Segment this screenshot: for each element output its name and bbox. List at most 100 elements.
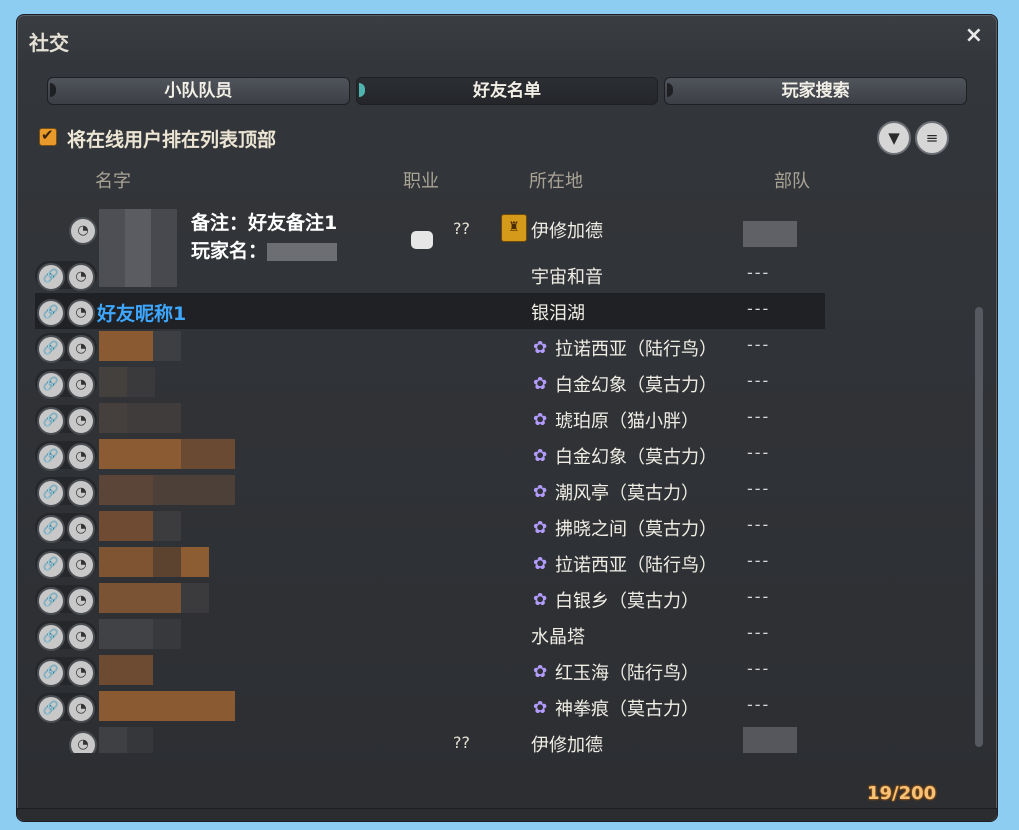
friend-row[interactable]: 🔗 ◔ ✿ 拂晓之间（莫古力） --- [35,509,825,545]
friend-row[interactable]: 🔗 ◔ ✿ 白银乡（莫古力） --- [35,581,825,617]
online-status-icon: ◔ [67,659,95,687]
link-icon[interactable]: 🔗 [37,479,65,507]
tooltip-note: 备注：好友备注1 [191,212,338,234]
online-status-icon: ◔ [67,695,95,723]
location-label: 水晶塔 [531,627,585,648]
unit-label: --- [747,659,771,678]
player-name-blurred [99,655,153,685]
job-label: ?? [453,733,470,752]
friend-row[interactable]: ◔ ?? 伊修加德 [35,725,825,753]
tab-player-search[interactable]: 玩家搜索 [664,77,968,105]
link-icon[interactable]: 🔗 [37,659,65,687]
unit-label: --- [747,695,771,714]
data-center-icon: ✿ [533,374,548,394]
player-name-blurred [99,403,181,433]
online-status-icon: ◔ [67,371,95,399]
friend-row[interactable]: 🔗 ◔ ✿ 拉诺西亚（陆行鸟） --- [35,329,825,365]
online-status-icon: ◔ [67,587,95,615]
unit-label: --- [747,479,771,498]
link-icon[interactable]: 🔗 [37,407,65,435]
location-label: 拉诺西亚（陆行鸟） [555,339,717,360]
unit-label: --- [747,335,771,354]
friend-row[interactable]: 🔗 ◔ ✿ 潮风亭（莫古力） --- [35,473,825,509]
friend-row[interactable]: 🔗 ◔ 宇宙和音 --- [35,257,825,293]
player-name-blurred [99,475,235,505]
location-label: 白金幻象（莫古力） [555,447,717,468]
sort-button[interactable]: ≡ [915,121,949,155]
tab-party-members[interactable]: 小队队员 [47,77,350,105]
friend-row[interactable]: 🔗 ◔ ✿ 红玉海（陆行鸟） --- [35,653,825,689]
friend-row[interactable]: 🔗 ◔ 水晶塔 --- [35,617,825,653]
sort-online-top-checkbox[interactable] [39,126,57,146]
online-status-icon: ◔ [67,335,95,363]
player-name-blurred [99,511,181,541]
location-label: 红玉海（陆行鸟） [555,663,699,684]
link-icon[interactable]: 🔗 [37,587,65,615]
data-center-icon: ✿ [533,482,548,502]
link-icon[interactable]: 🔗 [37,299,65,327]
link-icon[interactable]: 🔗 [37,551,65,579]
friend-row-selected[interactable]: 🔗 ◔ 好友昵称1 银泪湖 --- [35,293,825,329]
player-name-blurred [99,367,155,397]
data-center-icon: ✿ [533,446,548,466]
window-title: 社交 [29,31,69,55]
online-status-icon: ◔ [67,515,95,543]
location-label: 拂晓之间（莫古力） [555,519,717,540]
link-icon[interactable]: 🔗 [37,695,65,723]
data-center-icon: ✿ [533,590,548,610]
data-center-icon: ✿ [533,410,548,430]
unit-label: --- [747,443,771,462]
player-name-blurred [99,583,209,613]
online-status-icon: ◔ [69,217,97,245]
job-label: ?? [453,219,470,238]
link-icon[interactable]: 🔗 [37,335,65,363]
chat-bubble-icon[interactable] [411,231,433,249]
location-label: 银泪湖 [531,303,585,324]
link-icon[interactable]: 🔗 [37,515,65,543]
player-name-blurred [99,619,181,649]
friend-row[interactable]: 🔗 ◔ ✿ 白金幻象（莫古力） --- [35,365,825,401]
link-icon[interactable]: 🔗 [37,371,65,399]
data-center-icon: ✿ [533,338,548,358]
online-status-icon: ◔ [67,263,95,291]
location-label: 白金幻象（莫古力） [555,375,717,396]
online-status-icon: ◔ [67,623,95,651]
location-label: 琥珀原（猫小胖） [555,411,699,432]
location-label: 伊修加德 [531,221,603,242]
data-center-icon: ✿ [533,518,548,538]
player-name-blurred [99,331,181,361]
close-button[interactable]: × [965,23,983,48]
friend-list: ◔ ?? ♜ 伊修加德 备注：好友备注1 玩家名： 🔗 ◔ 宇宙和音 --- 🔗… [35,193,975,753]
data-center-icon: ✿ [533,698,548,718]
unit-label: --- [747,551,771,570]
column-header-job[interactable]: 职业 [403,167,439,193]
list-scrollbar[interactable] [975,307,983,747]
friend-row[interactable]: 🔗 ◔ ✿ 琥珀原（猫小胖） --- [35,401,825,437]
column-header-unit[interactable]: 部队 [774,167,810,193]
player-name-blurred [99,691,235,721]
location-label: 宇宙和音 [531,267,603,288]
friend-row[interactable]: 🔗 ◔ ✿ 神拳痕（莫古力） --- [35,689,825,725]
link-icon[interactable]: 🔗 [37,263,65,291]
online-status-icon: ◔ [67,479,95,507]
player-name-blurred [99,439,235,469]
online-status-icon: ◔ [67,551,95,579]
unit-label: --- [747,515,771,534]
link-icon[interactable]: 🔗 [37,443,65,471]
column-header-location[interactable]: 所在地 [529,167,583,193]
online-status-icon: ◔ [67,443,95,471]
filter-button[interactable]: ▼ [877,121,911,155]
friend-row[interactable]: 🔗 ◔ ✿ 白金幻象（莫古力） --- [35,437,825,473]
player-name-blurred [99,727,153,753]
friend-count: 19/200 [867,783,937,804]
friend-nickname: 好友昵称1 [97,303,187,325]
social-window: 社交 × 小队队员 好友名单 玩家搜索 将在线用户排在列表顶部 ▼ ≡ 名字 职… [16,14,998,822]
link-icon[interactable]: 🔗 [37,623,65,651]
tab-friend-list[interactable]: 好友名单 [355,77,659,105]
column-header-name[interactable]: 名字 [95,167,131,193]
location-label: 白银乡（莫古力） [555,591,699,612]
player-name-blurred [99,547,209,577]
location-label: 伊修加德 [531,735,603,753]
friend-row[interactable]: 🔗 ◔ ✿ 拉诺西亚（陆行鸟） --- [35,545,825,581]
grand-company-icon: ♜ [501,214,527,242]
